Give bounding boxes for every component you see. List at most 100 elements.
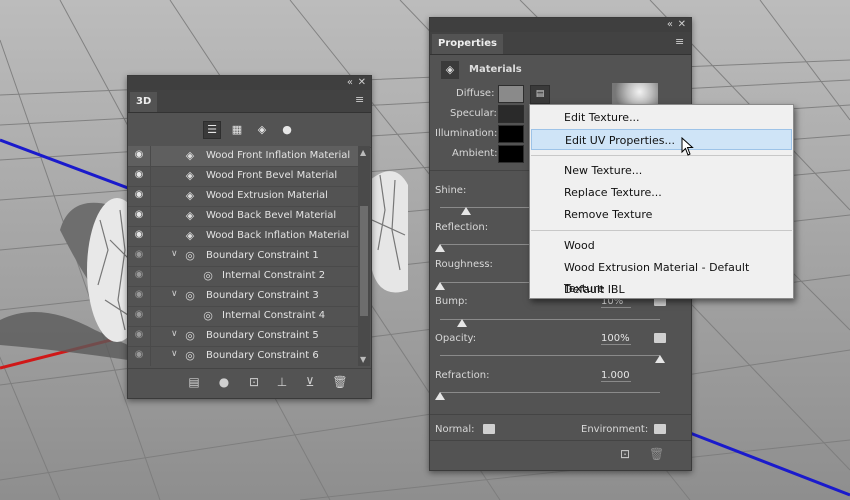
constraint-icon: ◎ bbox=[203, 309, 213, 322]
divider bbox=[150, 186, 151, 206]
menu-item[interactable]: Edit Texture... bbox=[531, 107, 792, 128]
visibility-eye-icon[interactable]: ◉ bbox=[132, 289, 146, 301]
layer-label: Boundary Constraint 6 bbox=[206, 350, 319, 361]
menu-item[interactable]: Wood bbox=[531, 235, 792, 256]
layer-row[interactable]: ◉ ∨ ◎ Boundary Constraint 1 bbox=[128, 246, 358, 267]
tab-properties[interactable]: Properties bbox=[432, 34, 503, 54]
texture-context-menu: Edit Texture... Edit UV Properties... New … bbox=[529, 104, 794, 299]
panel-titlebar[interactable]: « ✕ bbox=[128, 76, 371, 90]
layer-label: Boundary Constraint 1 bbox=[206, 250, 319, 261]
constraint-icon: ◎ bbox=[185, 249, 195, 262]
visibility-eye-icon[interactable]: ◉ bbox=[132, 169, 146, 181]
properties-footer: ⊡ 🗑 bbox=[430, 440, 691, 470]
tab-3d[interactable]: 3D bbox=[130, 92, 158, 112]
visibility-eye-icon[interactable]: ◉ bbox=[132, 349, 146, 361]
visibility-eye-icon[interactable]: ◉ bbox=[132, 189, 146, 201]
tab-bar: 3D ≡ bbox=[128, 90, 371, 113]
divider bbox=[150, 266, 151, 286]
layer-row[interactable]: ◉ ◈ Wood Front Bevel Material bbox=[128, 166, 358, 187]
collapse-icon[interactable]: « bbox=[667, 19, 673, 30]
render-icon[interactable]: ⊡ bbox=[246, 375, 262, 389]
opacity-slider[interactable] bbox=[440, 355, 660, 356]
layer-row[interactable]: ◉ ◈ Wood Back Bevel Material bbox=[128, 206, 358, 227]
illumination-label: Illumination: bbox=[435, 128, 498, 139]
refraction-value[interactable]: 1.000 bbox=[601, 370, 631, 382]
mouse-pointer-icon bbox=[681, 137, 694, 156]
scrollbar[interactable]: ▲ ▼ bbox=[358, 146, 370, 366]
menu-item[interactable]: Remove Texture bbox=[531, 204, 792, 225]
trash-icon[interactable]: 🗑 bbox=[332, 375, 348, 389]
drop-to-floor-icon[interactable]: ⊥ bbox=[274, 375, 290, 389]
illumination-swatch[interactable] bbox=[498, 125, 524, 143]
render-icon[interactable]: ⊡ bbox=[620, 447, 630, 461]
close-icon[interactable]: ✕ bbox=[358, 77, 366, 88]
panel-titlebar[interactable]: « ✕ bbox=[430, 18, 691, 32]
trash-icon[interactable]: 🗑 bbox=[649, 447, 664, 461]
layer-row[interactable]: ◉ ∨ ◎ Boundary Constraint 3 bbox=[128, 286, 358, 307]
panel-menu-icon[interactable]: ≡ bbox=[355, 94, 366, 105]
normal-folder-icon[interactable] bbox=[483, 424, 495, 434]
menu-item[interactable]: New Texture... bbox=[531, 160, 792, 181]
bump-slider[interactable] bbox=[440, 319, 660, 320]
layer-row[interactable]: ◉ ◎ Internal Constraint 2 bbox=[128, 266, 358, 287]
menu-item[interactable]: Edit UV Properties... bbox=[531, 129, 792, 150]
bump-slider-thumb[interactable] bbox=[457, 319, 467, 327]
menu-item[interactable]: Default IBL bbox=[531, 279, 792, 300]
layer-row[interactable]: ◉ ∨ ◎ Boundary Constraint 5 bbox=[128, 326, 358, 347]
visibility-eye-icon[interactable]: ◉ bbox=[132, 229, 146, 241]
layer-row[interactable]: ◉ ◈ Wood Extrusion Material bbox=[128, 186, 358, 207]
opacity-value[interactable]: 100% bbox=[601, 333, 631, 345]
ambient-swatch[interactable] bbox=[498, 145, 524, 163]
visibility-eye-icon[interactable]: ◉ bbox=[132, 209, 146, 221]
material-filter-icon[interactable]: ◈ bbox=[254, 122, 270, 138]
visibility-eye-icon[interactable]: ◉ bbox=[132, 309, 146, 321]
scroll-up-icon[interactable]: ▲ bbox=[360, 148, 366, 157]
close-icon[interactable]: ✕ bbox=[678, 19, 686, 30]
specular-swatch[interactable] bbox=[498, 105, 524, 123]
scene-filter-icon[interactable]: ☰ bbox=[203, 121, 221, 139]
mesh-filter-icon[interactable]: ▦ bbox=[229, 122, 245, 138]
refraction-slider-thumb[interactable] bbox=[435, 392, 445, 400]
material-icon: ◈ bbox=[185, 229, 195, 242]
opacity-slider-thumb[interactable] bbox=[655, 355, 665, 363]
visibility-eye-icon[interactable]: ◉ bbox=[132, 329, 146, 341]
tab-bar: Properties ≡ bbox=[430, 32, 691, 55]
expand-chevron-icon[interactable]: ∨ bbox=[171, 329, 181, 339]
roughness-label: Roughness: bbox=[435, 259, 493, 270]
expand-chevron-icon[interactable]: ∨ bbox=[171, 349, 181, 359]
material-icon: ◈ bbox=[185, 149, 195, 162]
layer-row[interactable]: ◉ ∨ ◎ Boundary Constraint 6 bbox=[128, 346, 358, 366]
menu-item[interactable]: Wood Extrusion Material - Default Textur… bbox=[531, 257, 792, 295]
opacity-folder-icon[interactable] bbox=[654, 333, 666, 343]
light-target-icon[interactable]: ⊻ bbox=[302, 375, 318, 389]
layer-list: ◉ ◈ Wood Front Inflation Material ◉ ◈ Wood Fr… bbox=[128, 146, 358, 366]
collapse-icon[interactable]: « bbox=[347, 77, 353, 88]
visibility-eye-icon[interactable]: ◉ bbox=[132, 249, 146, 261]
layer-row[interactable]: ◉ ◈ Wood Front Inflation Material bbox=[128, 146, 358, 167]
layer-row[interactable]: ◉ ◈ Wood Back Inflation Material bbox=[128, 226, 358, 247]
layer-label: Wood Back Bevel Material bbox=[206, 210, 337, 221]
visibility-eye-icon[interactable]: ◉ bbox=[132, 269, 146, 281]
panel-menu-icon[interactable]: ≡ bbox=[675, 36, 686, 47]
shine-slider-thumb[interactable] bbox=[461, 207, 472, 215]
environment-folder-icon[interactable] bbox=[654, 424, 666, 434]
refraction-slider[interactable] bbox=[440, 392, 660, 393]
divider bbox=[150, 326, 151, 346]
menu-item[interactable]: Replace Texture... bbox=[531, 182, 792, 203]
roughness-slider-thumb[interactable] bbox=[435, 282, 445, 290]
constraint-icon: ◎ bbox=[203, 269, 213, 282]
reflection-slider-thumb[interactable] bbox=[435, 244, 445, 252]
light-filter-icon[interactable]: ● bbox=[279, 122, 295, 138]
scroll-thumb[interactable] bbox=[360, 206, 368, 316]
diffuse-swatch[interactable] bbox=[498, 85, 524, 103]
mesh-icon[interactable]: ▤ bbox=[186, 375, 202, 389]
expand-chevron-icon[interactable]: ∨ bbox=[171, 249, 181, 259]
divider bbox=[150, 246, 151, 266]
visibility-eye-icon[interactable]: ◉ bbox=[132, 149, 146, 161]
material-preview-sphere[interactable] bbox=[612, 83, 658, 105]
expand-chevron-icon[interactable]: ∨ bbox=[171, 289, 181, 299]
add-light-icon[interactable]: ● bbox=[216, 375, 232, 389]
diffuse-texture-button[interactable]: ▤ bbox=[530, 85, 550, 104]
scroll-down-icon[interactable]: ▼ bbox=[360, 355, 366, 364]
layer-row[interactable]: ◉ ◎ Internal Constraint 4 bbox=[128, 306, 358, 327]
